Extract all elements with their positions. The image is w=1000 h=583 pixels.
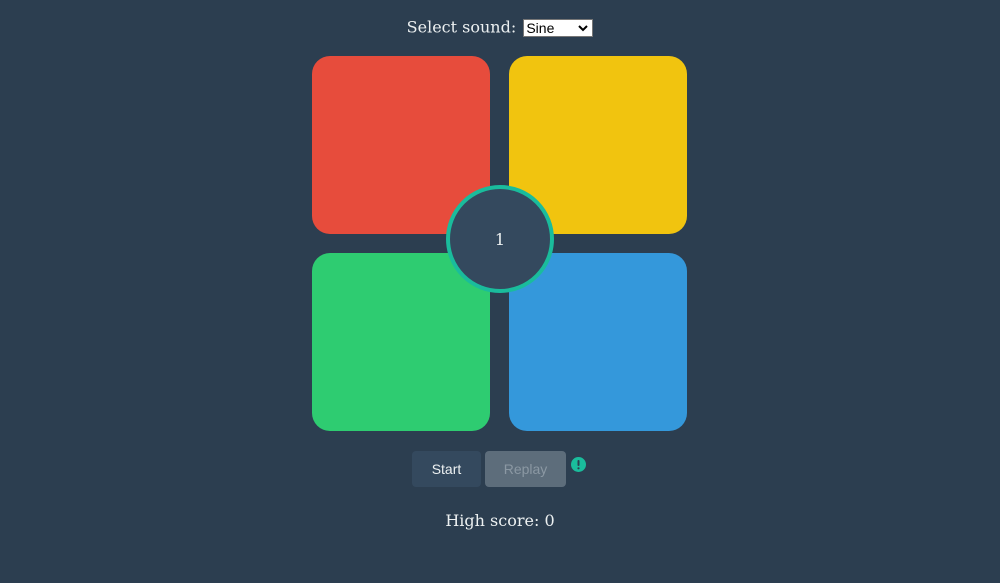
round-counter-value: 1 <box>494 229 506 249</box>
sound-select-label: Select sound: <box>406 17 517 37</box>
pad-green[interactable] <box>312 253 490 431</box>
start-button[interactable]: Start <box>412 451 481 487</box>
chevron-down-icon <box>578 24 589 31</box>
sound-selector-row: Select sound: Sine <box>0 17 1000 38</box>
high-score-label: High score: <box>445 511 540 530</box>
sound-select-value: Sine <box>526 19 555 36</box>
replay-button[interactable]: Replay <box>485 451 566 487</box>
high-score: High score: 0 <box>0 511 1000 531</box>
high-score-value: 0 <box>544 511 555 530</box>
pad-blue[interactable] <box>509 253 687 431</box>
round-counter: 1 <box>446 185 554 293</box>
exclamation-circle-icon[interactable] <box>571 457 586 472</box>
sound-select[interactable]: Sine <box>523 18 594 37</box>
